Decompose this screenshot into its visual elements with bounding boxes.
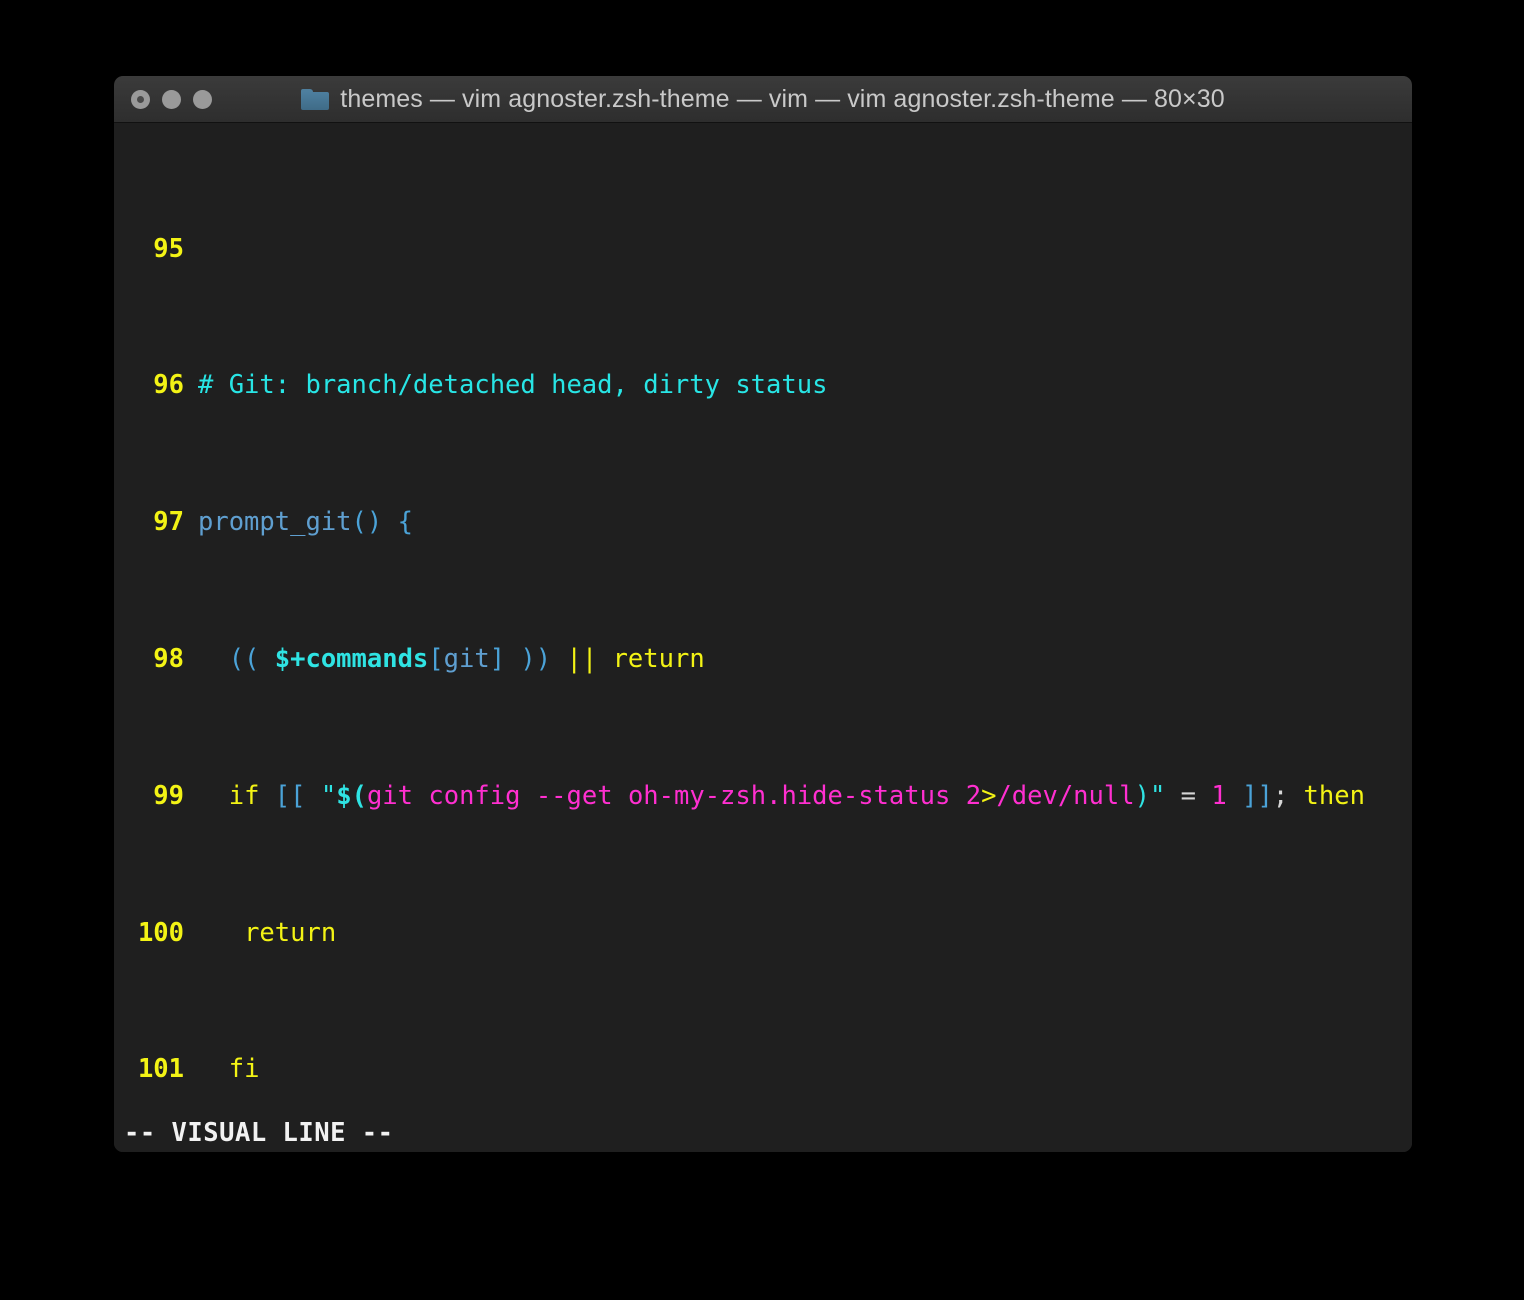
window-title: themes — vim agnoster.zsh-theme — vim — … [340, 85, 1224, 114]
code-line: 99 if [[ "$(git config --get oh-my-zsh.h… [114, 779, 1412, 813]
traffic-lights [131, 90, 212, 109]
code-line: 96 # Git: branch/detached head, dirty sta… [114, 368, 1412, 402]
code-line: 100 return [114, 916, 1412, 950]
line-number: 95 [114, 232, 184, 266]
zoom-button[interactable] [193, 90, 212, 109]
line-number: 99 [114, 779, 184, 813]
comment-token: # Git: branch/detached head, dirty statu… [198, 370, 827, 400]
close-button[interactable] [131, 90, 150, 109]
minimize-button[interactable] [162, 90, 181, 109]
code-line: 97prompt_git() { [114, 505, 1412, 539]
vim-buffer[interactable]: 95 96 # Git: branch/detached head, dirty … [114, 123, 1412, 1152]
folder-icon [301, 89, 329, 110]
line-number: 101 [114, 1052, 184, 1086]
code-line: 95 [114, 232, 1412, 266]
line-number: 100 [114, 916, 184, 950]
screen: themes — vim agnoster.zsh-theme — vim — … [0, 0, 1524, 1300]
code-line: 101 fi [114, 1052, 1412, 1086]
line-number: 97 [114, 505, 184, 539]
line-number: 98 [114, 642, 184, 676]
code-line: 98 (( $+commands[git] )) || return [114, 642, 1412, 676]
window-title-group: themes — vim agnoster.zsh-theme — vim — … [114, 76, 1412, 122]
window-titlebar[interactable]: themes — vim agnoster.zsh-theme — vim — … [114, 76, 1412, 123]
line-number: 96 [114, 368, 184, 402]
terminal-window: themes — vim agnoster.zsh-theme — vim — … [114, 76, 1412, 1152]
close-icon [137, 96, 144, 103]
code-area: 95 96 # Git: branch/detached head, dirty … [114, 129, 1412, 1152]
status-line: -- VISUAL LINE -- [114, 1114, 1412, 1152]
